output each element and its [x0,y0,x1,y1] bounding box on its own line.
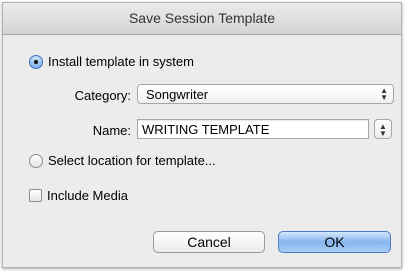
stepper-arrows-icon: ▲ ▼ [379,122,387,138]
select-arrows-icon: ▲ ▼ [380,86,388,102]
save-session-template-dialog: Save Session Template Install template i… [2,2,402,268]
ok-button[interactable]: OK [278,231,391,253]
category-select[interactable]: Songwriter ▲ ▼ [137,84,394,104]
install-in-system-label: Install template in system [48,54,194,69]
category-value: Songwriter [146,86,209,102]
name-label: Name: [92,123,131,138]
include-media-option[interactable]: Include Media [29,188,128,203]
select-location-label: Select location for template... [48,153,216,168]
dialog-title: Save Session Template [3,3,401,35]
name-value: WRITING TEMPLATE [142,121,270,137]
select-location-option[interactable]: Select location for template... [29,153,216,168]
include-media-checkbox[interactable] [29,189,42,202]
name-preset-stepper[interactable]: ▲ ▼ [374,119,392,139]
install-in-system-option[interactable]: Install template in system [29,54,194,69]
cancel-button[interactable]: Cancel [153,231,265,253]
select-location-radio[interactable] [29,153,43,168]
install-in-system-radio[interactable] [29,54,43,69]
name-input[interactable]: WRITING TEMPLATE [137,119,369,139]
category-label: Category: [74,88,131,103]
include-media-label: Include Media [47,188,128,203]
